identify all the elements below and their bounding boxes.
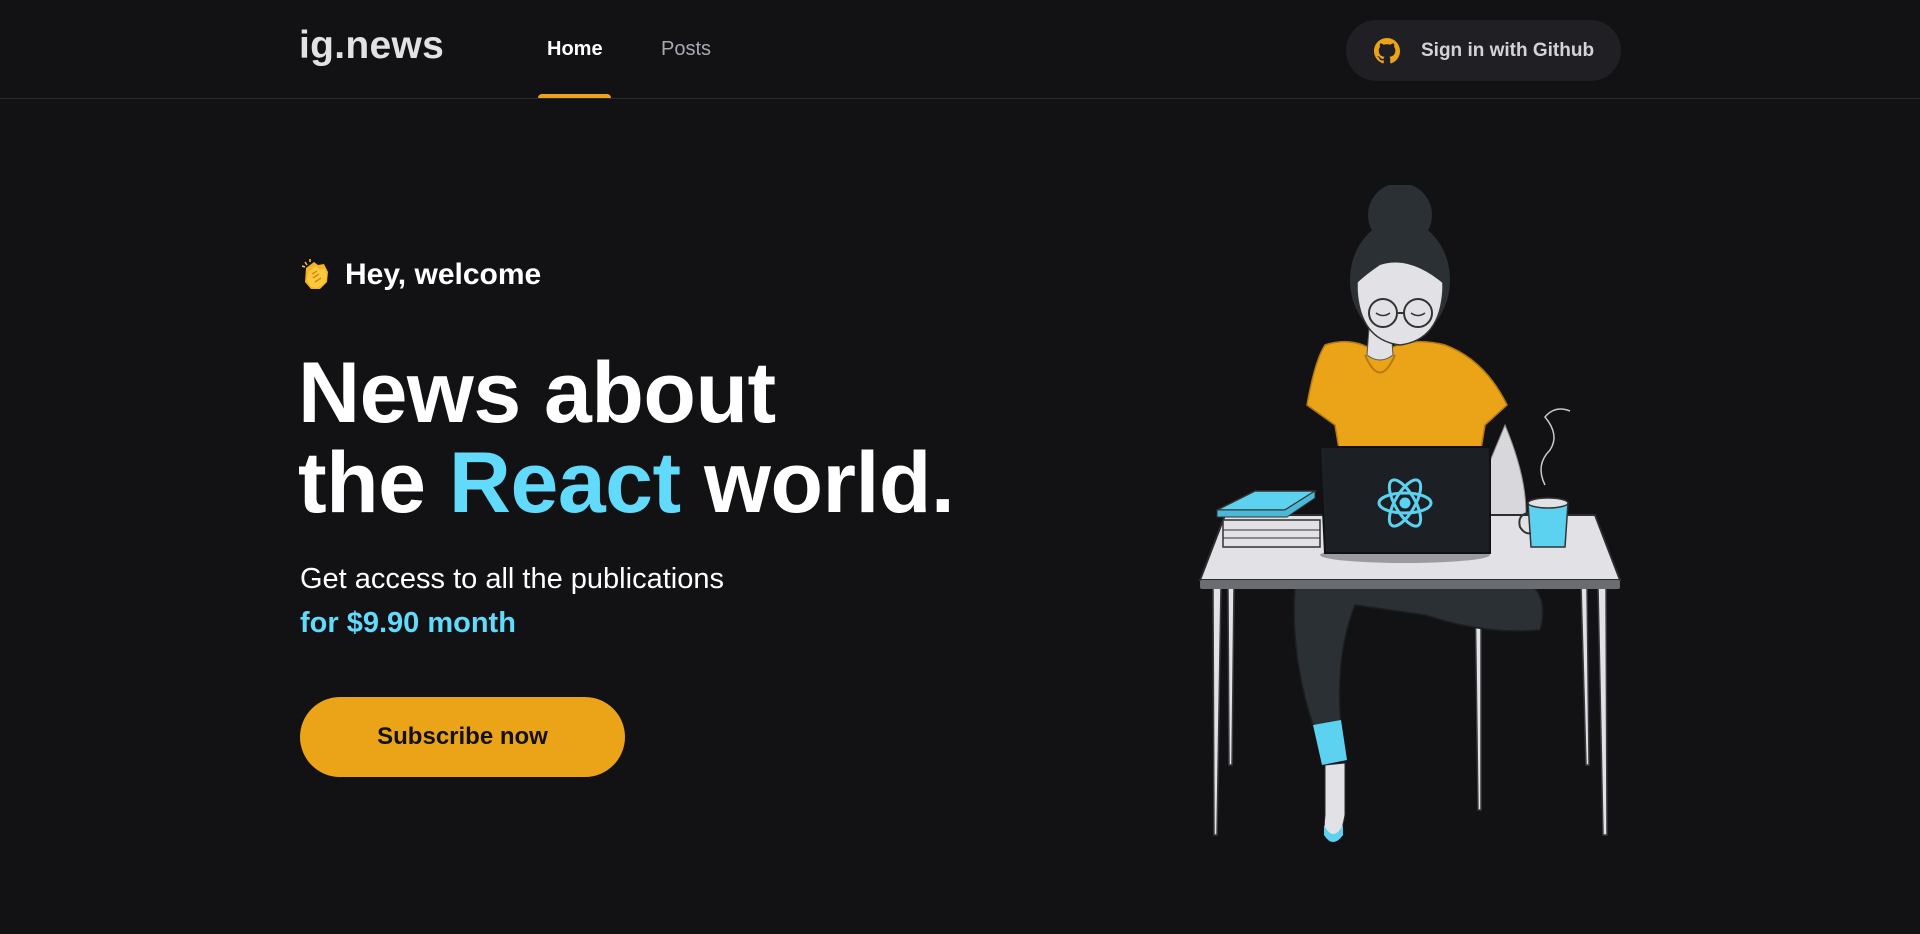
desk-legs — [1212, 584, 1608, 836]
greeting-text: Hey, welcome — [345, 258, 542, 291]
subscribe-button[interactable]: Subscribe now — [300, 697, 625, 777]
logo[interactable]: ig.news — [299, 24, 444, 68]
clapping-hands-icon — [301, 259, 328, 289]
nav-home[interactable]: Home — [547, 38, 603, 61]
signin-github-button[interactable]: Sign in with Github — [1346, 20, 1621, 81]
headline-react: React — [448, 435, 681, 531]
headline-the: the — [298, 435, 426, 531]
headline-world: world. — [704, 435, 955, 531]
headline: News about the React world. — [298, 345, 955, 531]
price-text: for $9.90 month — [300, 607, 516, 639]
headline-line1: News about — [298, 345, 776, 441]
signin-label: Sign in with Github — [1421, 39, 1595, 61]
greeting: Hey, welcome — [300, 258, 541, 292]
avatar-illustration — [1198, 185, 1622, 843]
nav-posts[interactable]: Posts — [661, 38, 711, 61]
github-icon — [1374, 37, 1400, 63]
active-nav-indicator — [538, 94, 611, 98]
laptop-icon — [1318, 446, 1491, 563]
top-header: ig.news Home Posts Sign in with Github — [0, 0, 1920, 99]
subtitle: Get access to all the publications — [300, 563, 724, 595]
